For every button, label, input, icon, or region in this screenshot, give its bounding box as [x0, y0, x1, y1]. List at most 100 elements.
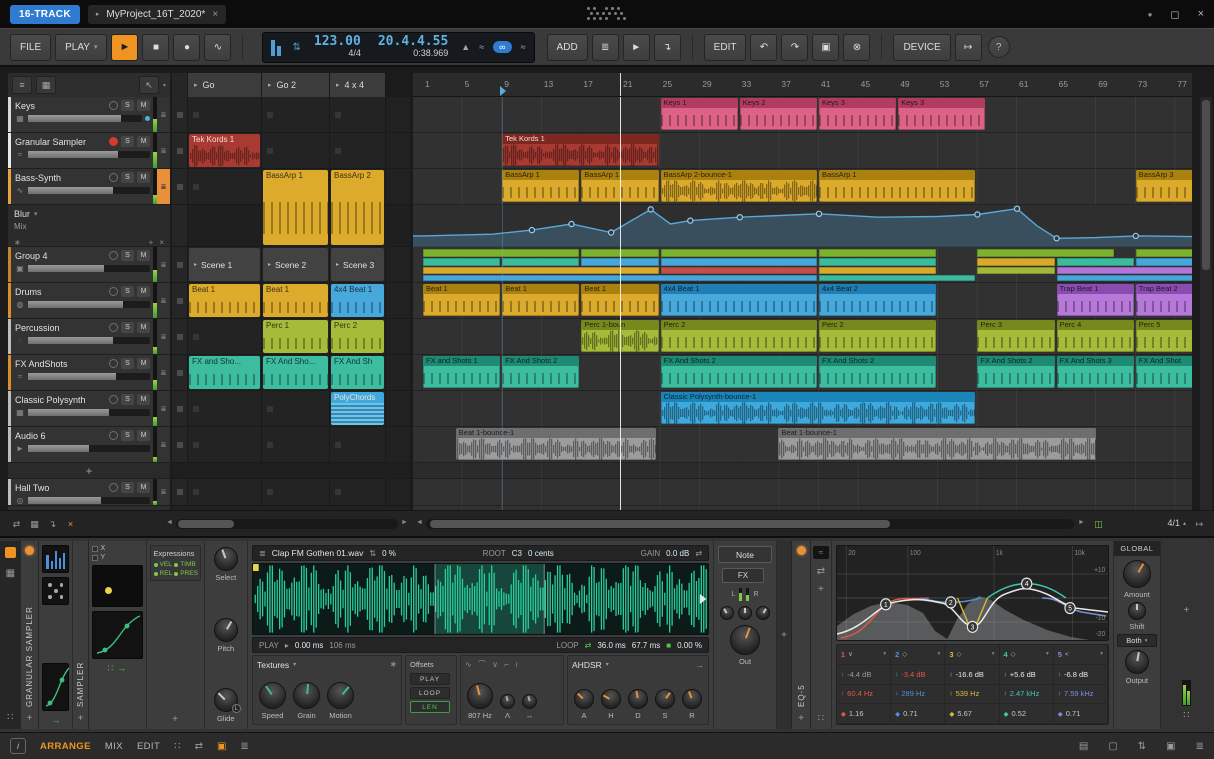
end-dots-icon[interactable]: ∷: [1183, 710, 1189, 721]
arranger-scroll-left-icon[interactable]: ◄: [416, 519, 423, 526]
group-lane-segment[interactable]: [819, 275, 976, 281]
track-header-audio-6[interactable]: Audio 6 S M ► ≣: [8, 427, 170, 463]
solo-button[interactable]: S: [121, 172, 134, 183]
arranger-clip-perc-3[interactable]: Perc 3: [977, 320, 1055, 352]
vertical-scrollbar-thumb[interactable]: [1202, 100, 1210, 270]
arranger-clip-perc-5[interactable]: Perc 5: [1135, 320, 1192, 352]
arranger-clip-fx-and-shots-2[interactable]: FX And Shots 2: [977, 356, 1055, 388]
sampler-add-icon[interactable]: +: [78, 713, 84, 724]
clip-slot[interactable]: Beat 1: [188, 283, 262, 318]
clip-slot[interactable]: [188, 319, 262, 354]
arranger-row-classic-polysynth[interactable]: Classic Polysynth-bounce-1: [413, 391, 1192, 427]
stop-button[interactable]: ■: [142, 33, 170, 61]
arranger-clip-beat-1[interactable]: Beat 1: [423, 284, 501, 316]
play-button[interactable]: ►: [111, 33, 139, 61]
solo-button[interactable]: S: [121, 358, 134, 369]
track-name[interactable]: Percussion: [15, 323, 106, 333]
spectrum-icon[interactable]: ≈: [812, 546, 829, 559]
group-lane-segment[interactable]: [660, 267, 817, 274]
clip-slot[interactable]: FX And Sh: [330, 355, 386, 390]
eq-mode-select[interactable]: Both ▾: [1116, 634, 1157, 647]
automation-write-button[interactable]: ∿: [204, 33, 232, 61]
group-lane-segment[interactable]: [423, 258, 501, 266]
mute-button[interactable]: M: [137, 430, 150, 441]
record-arm-button[interactable]: [109, 101, 118, 110]
track-menu-icon[interactable]: ≣: [157, 479, 170, 505]
track-name[interactable]: Classic Polysynth: [15, 395, 106, 405]
clip-stop-button[interactable]: [172, 247, 188, 282]
clip-stop-button[interactable]: [172, 97, 188, 132]
mute-button[interactable]: M: [137, 100, 150, 111]
launcher-clip-beat-1[interactable]: Beat 1: [189, 284, 260, 317]
arranger-clip-fx-and-shots-1[interactable]: FX and Shots 1: [423, 356, 501, 388]
loop-mode-icon[interactable]: ⇄: [585, 641, 592, 650]
eq-band-4-row-1[interactable]: ↕ +5.6 dB: [999, 664, 1054, 685]
arranger-clip-keys-1[interactable]: Keys 1: [660, 98, 738, 130]
arranger-row-group-4[interactable]: [413, 247, 1192, 283]
launcher-clip-4x4-beat-1[interactable]: 4x4 Beat 1: [331, 284, 384, 317]
eq-band-2-row-2[interactable]: ↕ 289 Hz: [891, 684, 946, 705]
expressions-add-icon[interactable]: +: [150, 714, 201, 725]
launcher-clip-bassarp-1[interactable]: BassArp 1: [263, 170, 328, 245]
knob-output-sampler[interactable]: Out: [730, 625, 761, 666]
sample-file-name[interactable]: Clap FM Gothen 01.wav: [272, 548, 364, 558]
group-lane-segment[interactable]: [977, 267, 1055, 274]
tab-arrange[interactable]: ARRANGE: [40, 741, 91, 752]
knob-dial[interactable]: [467, 683, 494, 709]
clip-slot[interactable]: FX and Sho...: [188, 355, 262, 390]
clip-stop-button[interactable]: [172, 319, 188, 354]
arranger-scrollbar[interactable]: [426, 519, 1074, 529]
group-lane-segment[interactable]: [819, 258, 936, 266]
volume-slider[interactable]: [28, 373, 150, 380]
link-icon[interactable]: ⇄: [195, 741, 203, 752]
metronome-icon[interactable]: ▲: [461, 42, 470, 52]
mod-route-icon[interactable]: →: [51, 715, 60, 725]
solo-button[interactable]: S: [121, 100, 134, 111]
record-button[interactable]: ●: [173, 33, 201, 61]
scene-header-go[interactable]: ▸ Go: [188, 73, 262, 97]
clip-slot[interactable]: [262, 479, 330, 505]
gain-value[interactable]: 0.0 dB: [666, 549, 689, 558]
launcher-scroll-left-icon[interactable]: ◄: [166, 519, 173, 526]
io-swap-icon[interactable]: ⇅: [1138, 741, 1146, 752]
scene-play-icon[interactable]: ▸: [194, 81, 198, 89]
arranger-clip-perc-2[interactable]: Perc 2: [660, 320, 817, 352]
record-arm-button[interactable]: [109, 287, 118, 296]
track-header-drums[interactable]: Drums S M ◍ ≣: [8, 283, 170, 319]
clear-icon[interactable]: ×: [62, 516, 79, 532]
add-lane-icon[interactable]: +: [149, 238, 154, 247]
record-arm-button[interactable]: [109, 173, 118, 182]
scene-header-4-x-4[interactable]: ▸ 4 x 4: [330, 73, 386, 97]
eq-band-5-row-2[interactable]: ↕ 7.59 kHz: [1053, 684, 1108, 705]
solo-button[interactable]: S: [121, 250, 134, 261]
group-lane-segment[interactable]: [977, 249, 1114, 257]
knob-dial[interactable]: [655, 689, 676, 709]
pan-dot[interactable]: [145, 116, 150, 121]
scene-clip-scene-1[interactable]: ▸ Scene 1: [189, 248, 260, 281]
knob-env-r[interactable]: R: [682, 689, 703, 720]
track-menu-icon[interactable]: ≣: [157, 391, 170, 426]
launcher-grid-icon[interactable]: ▦: [36, 76, 56, 94]
freeze-icon[interactable]: ∗: [389, 659, 397, 670]
clip-slot[interactable]: [188, 427, 262, 462]
track-header-x[interactable]: +: [8, 463, 170, 479]
arranger-clip-keys-3[interactable]: Keys 3: [819, 98, 897, 130]
arranger-row-keys[interactable]: Keys 1 Keys 2 Keys 3 Keys 3: [413, 97, 1192, 133]
arranger-clip-bassarp-1[interactable]: BassArp 1: [502, 170, 580, 202]
knob-dial[interactable]: [628, 689, 649, 709]
knob-note-mix-0[interactable]: [720, 606, 735, 620]
clip-stop-button[interactable]: [172, 427, 188, 462]
arranger-clip-beat-1[interactable]: Beat 1: [502, 284, 580, 316]
group-lane-segment[interactable]: [502, 258, 580, 266]
track-header-bass-synth[interactable]: Bass-Synth S M ∿ ≣: [8, 169, 170, 205]
position-group[interactable]: 20.4.4.55 0:38.969: [374, 34, 452, 59]
volume-slider[interactable]: [28, 265, 150, 272]
stop-all-clips-column[interactable]: [172, 73, 188, 97]
mute-button[interactable]: M: [137, 482, 150, 493]
time-value[interactable]: 0:38.969: [413, 48, 448, 59]
group-lane-segment[interactable]: [660, 249, 817, 257]
launcher-clip-bassarp-2[interactable]: BassArp 2: [331, 170, 384, 245]
arranger-row-bass-synth[interactable]: BassArp 1 BassArp 1 BassArp 2-bounce-1 Bass…: [413, 169, 1192, 205]
record-arm-button[interactable]: [109, 323, 118, 332]
solo-button[interactable]: S: [121, 430, 134, 441]
